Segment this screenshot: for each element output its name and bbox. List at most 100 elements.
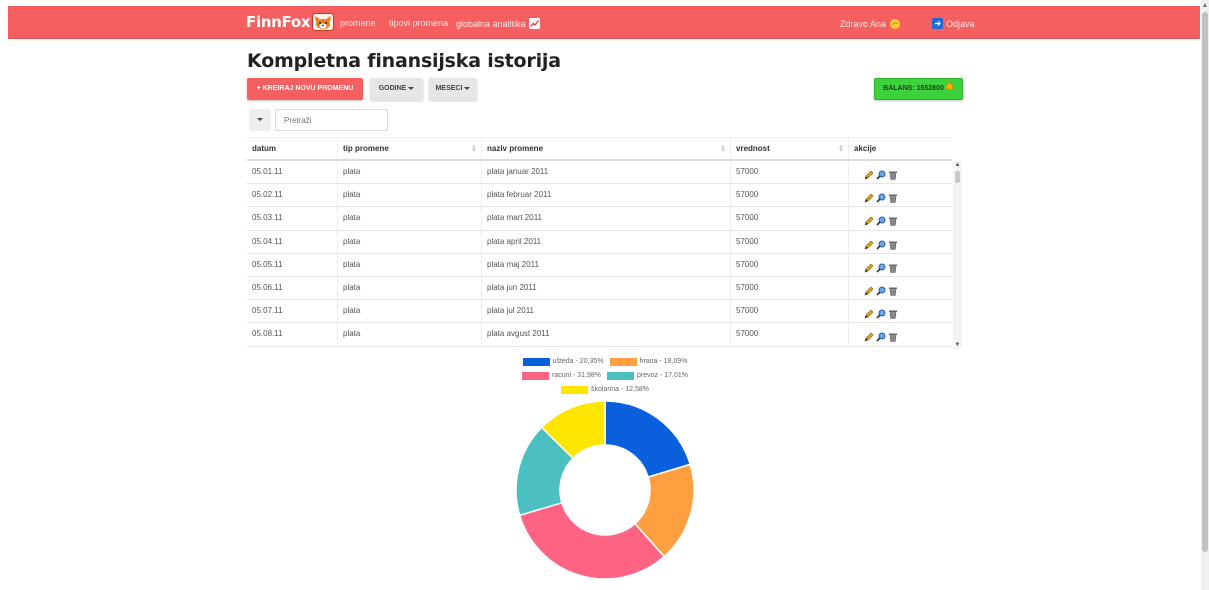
months-dropdown-label: MESECI	[435, 85, 463, 92]
create-change-button[interactable]: + KREIRAJ NOVU PROMENU	[247, 78, 363, 100]
trash-icon[interactable]	[888, 260, 898, 273]
legend-swatch	[522, 357, 550, 366]
column-header-naziv-promene[interactable]: naziv promene ▲ ▼	[482, 138, 731, 159]
magnifier-icon[interactable]	[876, 190, 886, 203]
table-cell-datum: 05.04.11	[247, 230, 338, 253]
table-cell-naziv-promene: plata januar 2011	[482, 161, 731, 184]
pencil-icon[interactable]	[864, 306, 874, 319]
brand-name: FinnFox	[246, 13, 311, 31]
greeting: Zdravo Ana	[840, 18, 901, 29]
table-row[interactable]: 05.04.11 plata plata april 2011 57000	[247, 230, 952, 254]
table-row[interactable]: 05.06.11 plata plata jun 2011 57000	[247, 276, 952, 301]
table-cell-akcije	[849, 184, 952, 206]
pencil-icon[interactable]	[864, 329, 874, 342]
scroll-up-icon[interactable]: ▲	[953, 161, 962, 169]
magnifier-icon[interactable]	[876, 213, 886, 226]
column-header-datum[interactable]: datum	[247, 138, 338, 159]
table-cell-akcije	[849, 277, 952, 299]
legend-row: racuni - 31,98% prevoz - 17,01%	[500, 369, 710, 382]
table-cell-naziv-promene: plata april 2011	[482, 230, 731, 253]
column-header-label: vrednost	[736, 144, 770, 153]
table-cell-naziv-promene: plata mart 2011	[482, 207, 731, 230]
pencil-icon[interactable]	[864, 260, 874, 273]
trash-icon[interactable]	[888, 306, 898, 319]
column-header-label: tip promene	[343, 144, 389, 153]
table-scrollbar-thumb[interactable]	[955, 171, 960, 183]
column-header-akcije: akcije	[849, 138, 952, 159]
table-scrollbar[interactable]: ▲ ▼	[953, 161, 962, 349]
table-cell-tip-promene: plata	[338, 300, 482, 323]
legend-label: školarina - 12,58%	[591, 386, 649, 393]
table-cell-vrednost: 57000	[731, 300, 849, 323]
logout-link[interactable]: Odjava	[932, 18, 975, 29]
table-cell-vrednost: 57000	[731, 161, 849, 184]
table-cell-datum: 05.01.11	[247, 161, 338, 184]
legend-item[interactable]: racuni - 31,98%	[521, 369, 601, 382]
column-header-label: akcije	[854, 144, 877, 153]
scroll-down-icon[interactable]: ▼	[953, 341, 962, 349]
legend-label: prevoz - 17,01%	[637, 372, 688, 379]
balance-badge: BALANS: 1552800	[874, 78, 963, 100]
legend-swatch	[609, 357, 637, 366]
table-row[interactable]: 05.02.11 plata plata februar 2011 57000	[247, 184, 952, 208]
nav-link-tipovi-promena[interactable]: tipovi promena	[389, 18, 448, 28]
page-title: Kompletna finansijska istorija	[247, 50, 561, 72]
pencil-icon[interactable]	[864, 190, 874, 203]
table-row[interactable]: 05.07.11 plata plata jul 2011 57000	[247, 300, 952, 324]
magnifier-icon[interactable]	[876, 306, 886, 319]
nav-link-promene[interactable]: promene	[340, 18, 376, 28]
logout-label: Odjava	[946, 18, 975, 29]
search-input[interactable]	[275, 109, 388, 131]
table-row[interactable]: 05.05.11 plata plata maj 2011 57000	[247, 253, 952, 277]
years-dropdown[interactable]: GODINE	[370, 78, 423, 100]
scroll-up-icon[interactable]: ▲	[1201, 2, 1209, 10]
chart-icon	[528, 18, 540, 29]
column-header-label: datum	[252, 144, 276, 153]
waving-hand-icon	[889, 18, 901, 29]
pencil-icon[interactable]	[864, 213, 874, 226]
table-cell-datum: 05.02.11	[247, 184, 338, 207]
legend-item[interactable]: hrana - 18,09%	[609, 355, 687, 368]
table-cell-datum: 05.08.11	[247, 323, 338, 346]
nav-link-globalna-analitika[interactable]: globalna analitika	[456, 18, 540, 29]
pencil-icon[interactable]	[864, 167, 874, 180]
trash-icon[interactable]	[888, 167, 898, 180]
table-cell-naziv-promene: plata avgust 2011	[482, 323, 731, 346]
column-header-tip-promene[interactable]: tip promene ▲ ▼	[338, 138, 482, 159]
sort-icon: ▲ ▼	[471, 144, 477, 154]
legend-item[interactable]: prevoz - 17,01%	[607, 369, 688, 382]
search-filter-toggle[interactable]	[249, 109, 271, 131]
column-header-vrednost[interactable]: vrednost ▲ ▼	[731, 138, 849, 159]
table-row[interactable]: 05.08.11 plata plata avgust 2011 57000	[247, 323, 952, 347]
table-row[interactable]: 05.03.11 plata plata mart 2011 57000	[247, 207, 952, 231]
pencil-icon[interactable]	[864, 237, 874, 250]
chevron-down-icon	[257, 118, 263, 121]
magnifier-icon[interactable]	[876, 283, 886, 296]
page-scrollbar-thumb[interactable]	[1202, 12, 1208, 552]
table-row[interactable]: 05.01.11 plata plata januar 2011 57000	[247, 161, 952, 185]
trash-icon[interactable]	[888, 213, 898, 227]
trash-icon[interactable]	[888, 283, 898, 296]
trash-icon[interactable]	[888, 329, 898, 343]
page-scrollbar[interactable]: ▲	[1201, 0, 1209, 590]
pencil-icon[interactable]	[864, 283, 874, 296]
months-dropdown[interactable]: MESECI	[429, 78, 477, 100]
money-bag-icon	[945, 78, 954, 100]
trash-icon[interactable]	[888, 237, 898, 250]
table-cell-vrednost: 57000	[731, 184, 849, 207]
donut-slice[interactable]	[604, 400, 692, 478]
table-cell-akcije	[849, 207, 952, 229]
column-header-label: naziv promene	[487, 144, 544, 153]
legend-swatch	[561, 385, 588, 394]
trash-icon[interactable]	[888, 190, 898, 203]
sort-icon: ▲ ▼	[838, 144, 844, 154]
magnifier-icon[interactable]	[876, 329, 886, 342]
legend-item[interactable]: ušteda - 20,35%	[522, 355, 604, 368]
magnifier-icon[interactable]	[876, 237, 886, 250]
table-cell-datum: 05.06.11	[247, 276, 338, 300]
magnifier-icon[interactable]	[876, 260, 886, 273]
brand-logo[interactable]: FinnFox	[246, 13, 335, 31]
table-body: 05.01.11 plata plata januar 2011 57000 05.02…	[247, 161, 952, 347]
magnifier-icon[interactable]	[876, 167, 886, 180]
table-cell-vrednost: 57000	[731, 276, 849, 300]
